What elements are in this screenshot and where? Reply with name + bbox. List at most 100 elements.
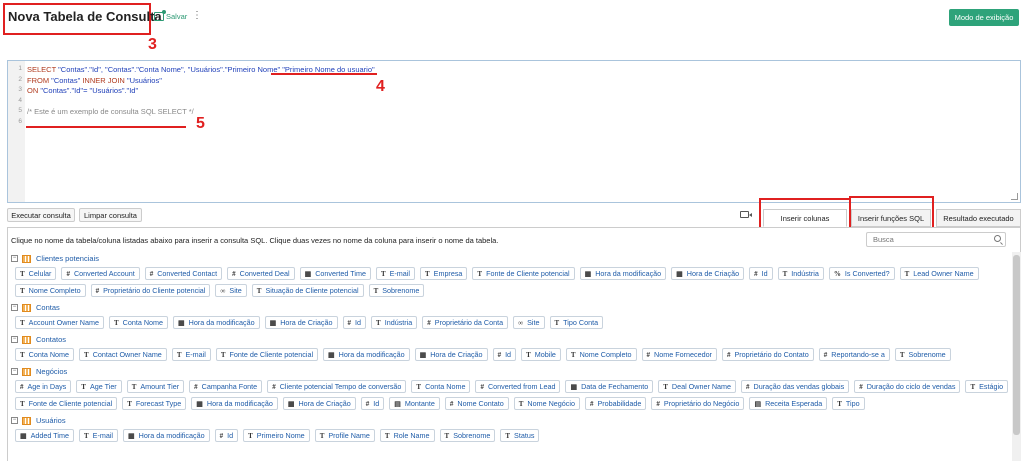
column-chip[interactable]: # Id	[342, 316, 367, 329]
column-chip[interactable]: T Forecast Type	[122, 397, 187, 410]
table-name[interactable]: Contas	[36, 303, 60, 312]
column-chip[interactable]: T Fonte de Cliente potencial	[15, 397, 118, 410]
column-chip[interactable]: # Id	[214, 429, 239, 442]
column-chip[interactable]: # Converted Deal	[227, 267, 295, 280]
table-group[interactable]: − Contatos	[11, 333, 1011, 346]
column-chip[interactable]: T E-mail	[78, 429, 119, 442]
column-chip[interactable]: T Tipo Conta	[549, 316, 604, 329]
column-chip[interactable]: T Fonte de Cliente potencial	[215, 348, 319, 361]
column-chip[interactable]: T Profile Name	[314, 429, 375, 442]
resize-handle[interactable]	[1011, 193, 1018, 200]
column-chip[interactable]: T Tipo	[832, 397, 865, 410]
table-group[interactable]: − Contas	[11, 301, 1011, 314]
table-name[interactable]: Negócios	[36, 367, 67, 376]
clear-query-button[interactable]: Limpar consulta	[79, 208, 142, 222]
column-chip[interactable]: T Status	[500, 429, 540, 442]
column-chip[interactable]: ▦ Hora da modificação	[579, 267, 667, 280]
column-chip[interactable]: T Mobile	[521, 348, 561, 361]
column-chip[interactable]: T Conta Nome	[411, 380, 471, 393]
collapse-toggle-icon[interactable]: −	[11, 304, 18, 311]
sql-editor[interactable]: 1 SELECT "Contas"."Id", "Contas"."Conta N…	[7, 60, 1021, 203]
search-input[interactable]	[866, 232, 1006, 247]
code-line[interactable]: /* Este é um exemplo de consulta SQL SEL…	[27, 107, 194, 116]
column-chip[interactable]: # Id	[360, 397, 385, 410]
column-chip[interactable]: ▦ Hora de Criação	[671, 267, 745, 280]
column-chip[interactable]: ▦ Converted Time	[299, 267, 371, 280]
column-chip[interactable]: T Amount Tier	[126, 380, 185, 393]
tab-execution-result[interactable]: Resultado executado	[936, 209, 1021, 227]
collapse-toggle-icon[interactable]: −	[11, 255, 18, 262]
column-chip[interactable]: T Account Owner Name	[15, 316, 104, 329]
column-chip[interactable]: ▦ Added Time	[15, 429, 74, 442]
column-chip[interactable]: T Indústria	[777, 267, 824, 280]
collapse-toggle-icon[interactable]: −	[11, 368, 18, 375]
table-group[interactable]: − Negócios	[11, 365, 1011, 378]
column-chip[interactable]: T Nome Negócio	[513, 397, 580, 410]
column-chip[interactable]: # Converted from Lead	[475, 380, 561, 393]
column-chip[interactable]: T Situação de Cliente potencial	[251, 284, 364, 297]
column-chip[interactable]: T Estágio	[965, 380, 1009, 393]
column-chip[interactable]: ▦ Hora da modificação	[323, 348, 410, 361]
collapse-toggle-icon[interactable]: −	[11, 417, 18, 424]
column-chip[interactable]: % Is Converted?	[828, 267, 895, 280]
column-chip[interactable]: # Proprietário da Conta	[422, 316, 509, 329]
code-line[interactable]: ON "Contas"."Id"= "Usuários"."Id"	[27, 86, 138, 95]
table-name[interactable]: Usuários	[36, 416, 66, 425]
save-button[interactable]: Salvar	[154, 10, 187, 21]
scrollbar-thumb[interactable]	[1013, 255, 1020, 435]
table-group[interactable]: − Clientes potenciais	[11, 252, 1011, 265]
column-chip[interactable]: ▦ Hora de Criação	[264, 316, 338, 329]
column-chip[interactable]: # Probabilidade	[584, 397, 647, 410]
column-chip[interactable]: ∞ Site	[215, 284, 247, 297]
column-chip[interactable]: T Celular	[15, 267, 57, 280]
column-chip[interactable]: # Id	[492, 348, 517, 361]
column-chip[interactable]: T Sobrenome	[439, 429, 496, 442]
column-chip[interactable]: T E-mail	[375, 267, 415, 280]
column-chip[interactable]: # Cliente potencial Tempo de conversão	[267, 380, 407, 393]
column-chip[interactable]: T Primeiro Nome	[243, 429, 310, 442]
column-chip[interactable]: # Converted Account	[61, 267, 140, 280]
code-line[interactable]: FROM "Contas" INNER JOIN "Usuários"	[27, 76, 162, 85]
column-chip[interactable]: T Indústria	[371, 316, 418, 329]
column-chip[interactable]: # Nome Contato	[444, 397, 509, 410]
column-chip[interactable]: ▦ Hora da modificação	[191, 397, 278, 410]
column-chip[interactable]: # Campanha Fonte	[189, 380, 263, 393]
column-chip[interactable]: T Fonte de Cliente potencial	[472, 267, 575, 280]
column-chip[interactable]: T Conta Nome	[15, 348, 75, 361]
column-chip[interactable]: # Proprietário do Cliente potencial	[90, 284, 211, 297]
column-chip[interactable]: T Empresa	[419, 267, 468, 280]
table-name[interactable]: Clientes potenciais	[36, 254, 99, 263]
column-chip[interactable]: # Duração das vendas globais	[741, 380, 850, 393]
more-options-icon[interactable]: ⋮	[192, 10, 202, 21]
view-mode-button[interactable]: Modo de exibição	[949, 9, 1019, 26]
column-chip[interactable]: T Nome Completo	[15, 284, 86, 297]
table-group[interactable]: − Usuários	[11, 414, 1011, 427]
column-chip[interactable]: ∞ Site	[513, 316, 545, 329]
column-chip[interactable]: ▤ Montante	[389, 397, 440, 410]
column-chip[interactable]: # Converted Contact	[144, 267, 223, 280]
column-chip[interactable]: # Duração do ciclo de vendas	[854, 380, 961, 393]
column-chip[interactable]: # Age in Days	[15, 380, 72, 393]
column-chip[interactable]: T Sobrenome	[368, 284, 425, 297]
column-chip[interactable]: T Lead Owner Name	[899, 267, 979, 280]
column-chip[interactable]: ▦ Hora da modificação	[173, 316, 260, 329]
column-chip[interactable]: T Sobrenome	[894, 348, 951, 361]
collapse-toggle-icon[interactable]: −	[11, 336, 18, 343]
column-chip[interactable]: T Conta Nome	[108, 316, 169, 329]
column-chip[interactable]: ▦ Hora de Criação	[282, 397, 356, 410]
column-chip[interactable]: ▤ Receita Esperada	[749, 397, 828, 410]
column-chip[interactable]: # Id	[749, 267, 773, 280]
column-chip[interactable]: ▦ Hora da modificação	[123, 429, 210, 442]
column-chip[interactable]: # Proprietário do Negócio	[651, 397, 745, 410]
column-chip[interactable]: ▦ Hora de Criação	[414, 348, 488, 361]
column-chip[interactable]: T Nome Completo	[565, 348, 637, 361]
video-icon[interactable]	[740, 211, 752, 218]
column-chip[interactable]: T Age Tier	[76, 380, 122, 393]
column-chip[interactable]: T Role Name	[379, 429, 435, 442]
column-chip[interactable]: T Deal Owner Name	[658, 380, 737, 393]
column-chip[interactable]: # Nome Fornecedor	[641, 348, 717, 361]
column-chip[interactable]: ▦ Data de Fechamento	[565, 380, 654, 393]
column-chip[interactable]: T E-mail	[171, 348, 211, 361]
run-query-button[interactable]: Executar consulta	[7, 208, 75, 222]
table-name[interactable]: Contatos	[36, 335, 66, 344]
